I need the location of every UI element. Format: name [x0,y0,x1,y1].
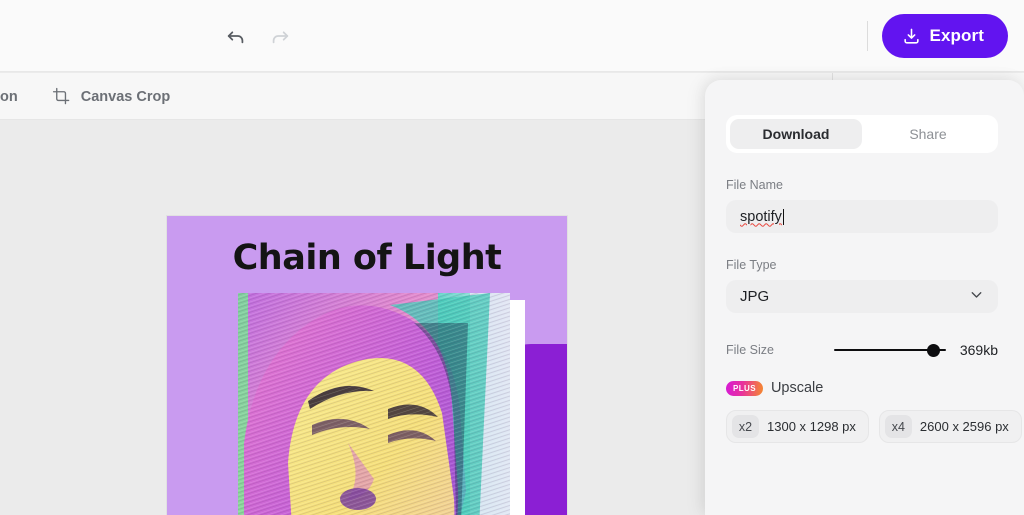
upscale-options: x2 1300 x 1298 px x4 2600 x 2596 px [726,410,1022,443]
toolbar-divider [866,21,868,51]
app-root: Export ion Canvas Crop [0,0,1024,515]
upscale-x4-multiplier: x4 [884,415,912,438]
export-panel-tabs: Download Share [726,115,998,153]
crop-icon [52,87,71,106]
upscale-x4-dimensions: 2600 x 2596 px [919,419,1009,434]
tool-selection-label: ion [0,88,18,105]
file-name-value: spotify [740,208,782,225]
tool-bar-items: ion Canvas Crop [0,73,178,120]
tab-share-label: Share [909,126,947,142]
file-type-select[interactable]: JPG [726,280,998,313]
undo-button[interactable] [222,22,250,50]
file-size-row: File Size 369kb [726,342,998,358]
redo-button[interactable] [266,22,294,50]
upscale-header: PLUS Upscale [726,380,998,396]
file-type-value: JPG [740,288,770,305]
file-size-slider[interactable] [834,343,946,357]
history-controls [222,22,294,50]
chevron-down-icon [968,286,985,308]
upscale-label: Upscale [770,380,824,396]
download-icon [902,27,921,46]
tool-selection[interactable]: ion [0,80,26,114]
file-type-label: File Type [726,258,777,272]
file-size-value: 369kb [959,342,998,358]
upscale-option-x4[interactable]: x4 2600 x 2596 px [878,410,1022,443]
tab-download-label: Download [762,126,830,142]
tool-canvas-crop[interactable]: Canvas Crop [44,80,178,114]
file-name-label: File Name [726,178,783,192]
text-caret [782,208,784,225]
tab-share[interactable]: Share [862,119,994,149]
export-panel-content: Download Share File Name spotify File Ty… [726,115,1022,443]
upscale-x2-dimensions: 1300 x 1298 px [767,419,856,434]
plus-badge: PLUS [726,380,763,396]
export-button-label: Export [929,26,984,45]
top-bar: Export [0,0,1024,72]
undo-arrow-icon [225,25,247,47]
export-panel: Download Share File Name spotify File Ty… [705,80,1024,515]
artwork-photo[interactable] [238,293,510,515]
tool-canvas-crop-label: Canvas Crop [80,88,171,105]
top-bar-right: Export [866,14,1008,58]
slider-thumb[interactable] [926,343,940,357]
redo-arrow-icon [269,25,291,47]
artboard[interactable]: Chain of Light [167,216,567,515]
stylized-portrait-singer-icon [238,293,510,515]
file-name-input[interactable]: spotify [726,200,998,233]
artboard-title: Chain of Light [232,238,502,278]
upscale-option-x2[interactable]: x2 1300 x 1298 px [726,410,869,443]
file-size-label: File Size [726,343,774,357]
tab-download[interactable]: Download [730,119,862,149]
export-button[interactable]: Export [881,14,1008,58]
upscale-x2-multiplier: x2 [732,415,759,438]
